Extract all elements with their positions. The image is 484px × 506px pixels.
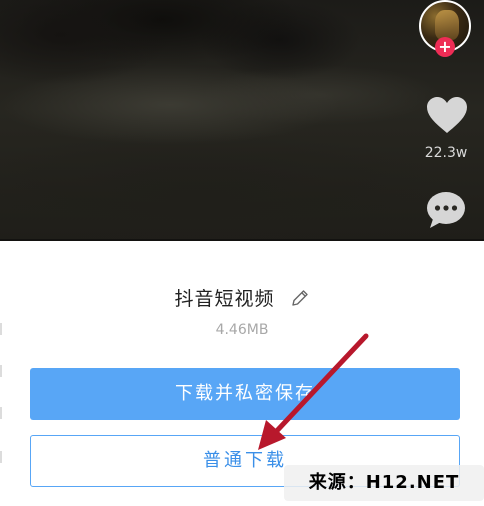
download-screen: + 22.3w 抖音短视频 4.46MB 下载并私密保存 普通下载 来源：H12…: [0, 0, 484, 506]
download-private-save-button[interactable]: 下载并私密保存: [30, 368, 460, 420]
comment-icon[interactable]: [425, 190, 467, 230]
video-title: 抖音短视频: [174, 288, 275, 310]
like-count: 22.3w: [424, 145, 468, 161]
heart-icon[interactable]: [425, 95, 469, 135]
source-watermark: 来源：H12.NET: [284, 465, 484, 501]
title-row: 抖音短视频: [0, 284, 484, 311]
avatar-figure: [435, 10, 459, 40]
follow-button[interactable]: +: [435, 37, 455, 57]
left-edge-marks: [0, 241, 6, 506]
file-size: 4.46MB: [215, 322, 269, 338]
video-bottom-edge: [0, 0, 484, 241]
author-avatar-group[interactable]: +: [419, 0, 475, 57]
pencil-icon[interactable]: [290, 288, 310, 308]
